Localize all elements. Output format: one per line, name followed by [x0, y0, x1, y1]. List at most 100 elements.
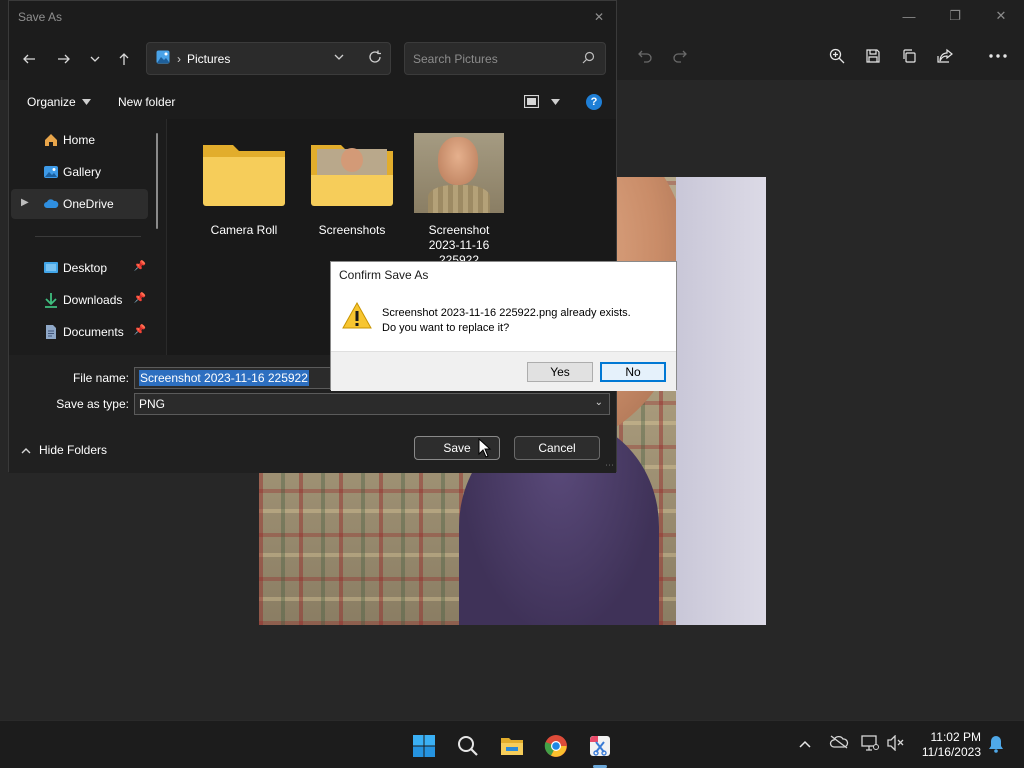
up-arrow-icon[interactable]	[112, 47, 136, 71]
file-label: Camera Roll	[210, 223, 278, 237]
nav-item-onedrive[interactable]: ▶ OneDrive	[11, 189, 148, 219]
gallery-icon	[44, 166, 58, 178]
volume-muted-icon[interactable]	[887, 734, 905, 754]
file-label-line: 2023-11-16	[428, 238, 490, 252]
nav-label-onedrive: OneDrive	[63, 197, 114, 211]
redo-icon[interactable]	[668, 44, 692, 68]
view-chevron-icon	[551, 98, 560, 105]
system-clock[interactable]: 11:02 PM 11/16/2023	[922, 730, 981, 760]
clock-date: 11/16/2023	[921, 745, 981, 759]
close-button[interactable]: ✕	[978, 0, 1024, 32]
chrome-icon[interactable]	[543, 733, 569, 759]
confirm-message: Screenshot 2023-11-16 225922.png already…	[382, 306, 631, 336]
search-icon	[582, 51, 595, 67]
nav-item-documents[interactable]: Documents 📌	[11, 317, 148, 347]
help-icon[interactable]: ?	[586, 94, 602, 110]
onedrive-icon	[44, 199, 59, 208]
new-folder-button[interactable]: New folder	[118, 95, 175, 109]
folder-icon	[199, 133, 289, 213]
confirm-save-as-dialog: Confirm Save As Screenshot 2023-11-16 22…	[330, 261, 677, 391]
hide-folders-button[interactable]: Hide Folders	[21, 443, 107, 457]
refresh-icon[interactable]	[368, 50, 382, 67]
file-name-value: Screenshot 2023-11-16 225922	[139, 370, 309, 386]
file-name-label: File name:	[72, 371, 129, 385]
undo-icon[interactable]	[633, 44, 657, 68]
resize-grip-icon[interactable]: ⋯	[605, 460, 614, 471]
search-icon[interactable]	[455, 733, 481, 759]
no-button[interactable]: No	[600, 362, 666, 382]
address-bar[interactable]: › Pictures	[146, 42, 391, 75]
organize-label: Organize	[27, 95, 76, 109]
new-folder-label: New folder	[118, 95, 176, 109]
share-icon[interactable]	[933, 44, 957, 68]
breadcrumb-pictures[interactable]: Pictures	[187, 52, 230, 66]
navigation-pane: Home Gallery ▶ OneDrive Desktop 📌 Downlo…	[9, 119, 164, 355]
save-as-dialog: Save As ✕ › Pictures Search Pictures Org…	[8, 0, 617, 473]
close-icon[interactable]: ✕	[588, 7, 610, 27]
mouse-cursor-icon	[478, 438, 492, 458]
save-as-type-label: Save as type:	[56, 397, 129, 411]
file-label: Screenshot 2023-11-16 225922	[409, 223, 509, 261]
search-input[interactable]: Search Pictures	[404, 42, 606, 75]
command-bar: Organize New folder ?	[9, 87, 616, 117]
onedrive-offline-icon[interactable]	[829, 735, 849, 752]
minimize-button[interactable]: —	[886, 0, 932, 32]
snipping-tool-icon[interactable]	[587, 733, 613, 759]
dialog-title: Save As	[18, 10, 63, 24]
file-label: Screenshots	[318, 223, 386, 237]
save-as-type-select[interactable]: PNG ⌄	[134, 393, 610, 415]
nav-item-downloads[interactable]: Downloads 📌	[11, 285, 148, 315]
photo-wall	[676, 177, 766, 625]
desktop-icon	[44, 262, 58, 273]
show-hidden-icons-chevron-icon[interactable]	[799, 737, 811, 751]
chevron-down-icon: ⌄	[594, 397, 603, 408]
save-icon[interactable]	[861, 44, 885, 68]
clock-time: 11:02 PM	[930, 730, 981, 744]
file-screenshot-image[interactable]: Screenshot 2023-11-16 225922	[409, 133, 509, 261]
restore-button[interactable]: ❐	[932, 0, 978, 32]
organize-chevron-icon	[81, 99, 91, 105]
warning-icon	[342, 301, 372, 329]
nav-label-home: Home	[63, 133, 96, 147]
confirm-message-line1: Screenshot 2023-11-16 225922.png already…	[382, 307, 631, 319]
pictures-location-icon	[156, 50, 170, 67]
search-placeholder: Search Pictures	[413, 51, 498, 66]
copy-icon[interactable]	[897, 44, 921, 68]
folder-screenshots[interactable]: Screenshots	[302, 133, 402, 238]
nav-scrollbar[interactable]	[156, 133, 158, 229]
windows-start-icon[interactable]	[411, 733, 437, 759]
nav-item-desktop[interactable]: Desktop 📌	[11, 253, 148, 283]
hide-folders-label: Hide Folders	[39, 443, 108, 457]
organize-button[interactable]: Organize	[27, 95, 91, 109]
network-icon[interactable]	[861, 735, 879, 754]
file-label-line: Screenshot	[428, 223, 490, 237]
file-explorer-icon[interactable]	[499, 733, 525, 759]
cancel-button[interactable]: Cancel	[514, 436, 600, 460]
documents-icon	[46, 325, 56, 339]
yes-button[interactable]: Yes	[527, 362, 593, 382]
back-arrow-icon[interactable]	[17, 47, 41, 71]
zoom-in-icon[interactable]	[825, 44, 849, 68]
notifications-bell-icon[interactable]	[988, 735, 1004, 756]
view-icon	[524, 95, 539, 108]
folder-camera-roll[interactable]: Camera Roll	[194, 133, 294, 238]
expand-chevron-icon[interactable]: ▶	[21, 197, 29, 208]
home-icon	[45, 134, 57, 146]
confirm-footer: Yes No	[331, 351, 676, 391]
nav-item-home[interactable]: Home	[11, 125, 148, 155]
nav-item-gallery[interactable]: Gallery	[11, 157, 148, 187]
pin-icon: 📌	[133, 261, 146, 272]
recent-locations-chevron-icon[interactable]	[83, 47, 107, 71]
more-icon[interactable]	[986, 44, 1010, 68]
taskbar: 11:02 PM 11/16/2023	[0, 720, 1024, 768]
pin-icon: 📌	[133, 325, 146, 336]
address-dropdown-icon[interactable]	[334, 51, 344, 65]
nav-divider	[35, 236, 141, 237]
nav-label-documents: Documents	[63, 325, 124, 339]
folder-with-preview-icon	[307, 133, 397, 213]
save-as-type-value: PNG	[139, 397, 166, 411]
forward-arrow-icon[interactable]	[52, 47, 76, 71]
view-options-button[interactable]	[524, 95, 560, 108]
nav-label-gallery: Gallery	[63, 165, 102, 179]
pin-icon: 📌	[133, 293, 146, 304]
